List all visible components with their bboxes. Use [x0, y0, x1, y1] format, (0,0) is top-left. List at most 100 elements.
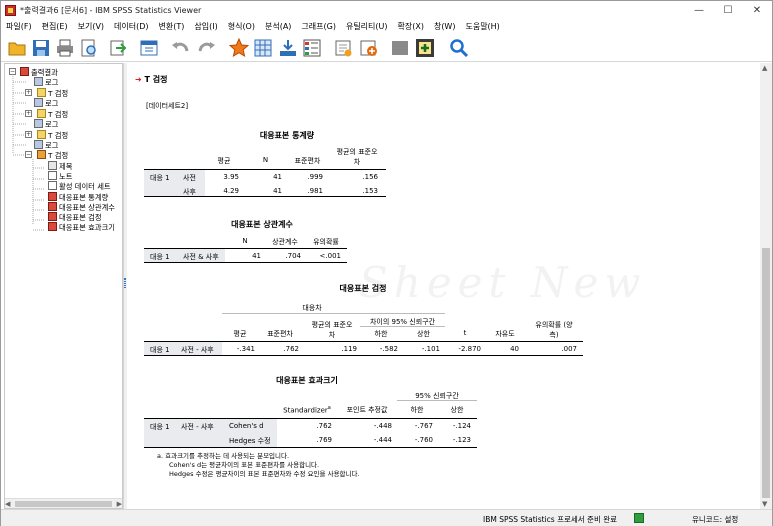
tree-collapse-toggle[interactable]: −	[9, 68, 16, 75]
menu-file[interactable]: 파일(F)	[1, 20, 37, 34]
tree-expand-toggle[interactable]: +	[25, 110, 32, 117]
tree-item-log[interactable]: 로그	[34, 98, 58, 108]
cell: 40	[510, 345, 519, 353]
scroll-left-icon[interactable]: ◀	[5, 500, 10, 508]
tree-item-log[interactable]: 로그	[34, 77, 58, 87]
undo-icon[interactable]	[170, 38, 190, 58]
promote-icon[interactable]	[390, 38, 410, 58]
tree-item-active-dataset[interactable]: 활성 데이터 세트	[48, 181, 111, 191]
col-header: 하한	[374, 330, 388, 338]
col-header: N	[242, 237, 248, 245]
folder-icon	[37, 130, 46, 139]
col-header: 상관계수	[272, 238, 298, 246]
col-header: 자유도	[495, 330, 515, 338]
menu-edit[interactable]: 편집(E)	[37, 20, 73, 34]
tree-item-ttest[interactable]: T 검정	[37, 109, 68, 119]
cell: 41	[252, 252, 261, 260]
scroll-thumb[interactable]	[15, 501, 112, 507]
tree-item-ttest[interactable]: T 검정	[37, 88, 68, 98]
table-title: 대응표본 통계량	[259, 131, 315, 140]
designate-window-icon[interactable]	[359, 38, 379, 58]
save-icon[interactable]	[31, 38, 51, 58]
tree-item-log[interactable]: 로그	[34, 140, 58, 150]
menu-insert[interactable]: 삽입(I)	[189, 20, 222, 34]
scroll-down-icon[interactable]: ▼	[762, 500, 767, 508]
cell: -.767	[414, 422, 433, 430]
maximize-button[interactable]: ☐	[714, 3, 742, 18]
cell: 41	[273, 173, 282, 181]
print-icon[interactable]	[55, 38, 75, 58]
col-header: 표준편차	[267, 330, 293, 338]
pair-label: 대응 1	[150, 174, 170, 182]
row-label: Hedges 수정	[229, 437, 271, 445]
menu-utilities[interactable]: 유틸리티(U)	[341, 20, 393, 34]
tree-item-paired-effect[interactable]: 대응표본 효과크기	[48, 222, 115, 232]
variables-icon[interactable]	[302, 38, 322, 58]
tree-expand-toggle[interactable]: +	[25, 131, 32, 138]
output-vertical-scrollbar[interactable]: ▲ ▼	[760, 63, 772, 509]
cell: .999	[307, 173, 323, 181]
col-header: N	[262, 156, 269, 164]
menu-transform[interactable]: 변환(T)	[154, 20, 190, 34]
show-hide-icon[interactable]	[334, 38, 354, 58]
menu-extensions[interactable]: 확장(X)	[393, 20, 429, 34]
table-icon	[48, 202, 57, 211]
goto-data-icon[interactable]	[139, 38, 159, 58]
tree-item-log[interactable]: 로그	[34, 119, 58, 129]
goto-case-icon[interactable]	[229, 38, 249, 58]
menu-help[interactable]: 도움말(H)	[460, 20, 504, 34]
tree-item-paired-stats[interactable]: 대응표본 통계량	[48, 192, 108, 202]
cell: -2.870	[458, 345, 481, 353]
row-label: 사전 - 사후	[181, 423, 214, 431]
log-icon	[34, 77, 43, 86]
menu-window[interactable]: 창(W)	[429, 20, 461, 34]
print-preview-icon[interactable]	[79, 38, 99, 58]
close-button[interactable]: ✕	[743, 3, 771, 18]
table-icon	[48, 222, 57, 231]
tree-item-ttest[interactable]: T 검정	[37, 130, 68, 140]
col-header: 유의확률	[313, 238, 339, 246]
cell: -.760	[414, 436, 433, 444]
menu-graphs[interactable]: 그래프(G)	[296, 20, 341, 34]
row-label: 사전 - 사후	[181, 346, 214, 354]
table-title: 대응표본 검정	[339, 284, 387, 293]
log-icon	[34, 119, 43, 128]
minimize-button[interactable]: —	[685, 3, 713, 18]
menu-data[interactable]: 데이터(D)	[109, 20, 153, 34]
tree-item-paired-corr[interactable]: 대응표본 상관계수	[48, 202, 115, 212]
output-heading[interactable]: ➜ T 검정	[135, 74, 167, 85]
menu-format[interactable]: 형식(O)	[223, 20, 260, 34]
tree-item-title[interactable]: 제목	[48, 161, 72, 171]
scroll-up-icon[interactable]: ▲	[762, 64, 767, 72]
col-header: 평균	[217, 157, 231, 165]
search-icon[interactable]	[449, 38, 469, 58]
col-header: 하한	[410, 406, 424, 414]
cell: -.101	[421, 345, 440, 353]
scroll-right-icon[interactable]: ▶	[117, 500, 122, 508]
col-header: 상한	[417, 330, 430, 338]
redo-icon[interactable]	[197, 38, 217, 58]
tree-item-ttest-active[interactable]: T 검정	[37, 150, 68, 160]
select-cases-icon[interactable]	[278, 38, 298, 58]
window-title: *출력결과6 [문서6] - IBM SPSS Statistics Viewe…	[20, 6, 202, 15]
outline-horizontal-scrollbar[interactable]: ◀ ▶	[5, 498, 122, 508]
menu-view[interactable]: 보기(V)	[73, 20, 109, 34]
tree-item-output-root[interactable]: 출력결과	[20, 67, 58, 77]
tree-item-notes[interactable]: 노트	[48, 171, 72, 181]
scroll-thumb[interactable]	[762, 248, 770, 498]
open-icon[interactable]	[7, 38, 27, 58]
goto-variable-icon[interactable]	[253, 38, 273, 58]
cell: .153	[362, 187, 378, 195]
collapse-icon[interactable]	[415, 38, 435, 58]
cell: .981	[307, 187, 323, 195]
menu-analyze[interactable]: 분석(A)	[260, 20, 296, 34]
tree-item-paired-test[interactable]: 대응표본 검정	[48, 212, 102, 222]
col-header: 포인트 추정값	[346, 406, 388, 414]
tree-collapse-toggle[interactable]: −	[25, 151, 32, 158]
tree-expand-toggle[interactable]: +	[25, 89, 32, 96]
cell: .119	[341, 345, 357, 353]
output-pane: ➜ T 검정 [데이터세트2] Sheet New 대응표본 통계량 평균 N …	[127, 63, 760, 509]
folder-open-icon	[37, 150, 46, 159]
spss-viewer-window: *출력결과6 [문서6] - IBM SPSS Statistics Viewe…	[0, 0, 773, 526]
export-icon[interactable]	[108, 38, 128, 58]
